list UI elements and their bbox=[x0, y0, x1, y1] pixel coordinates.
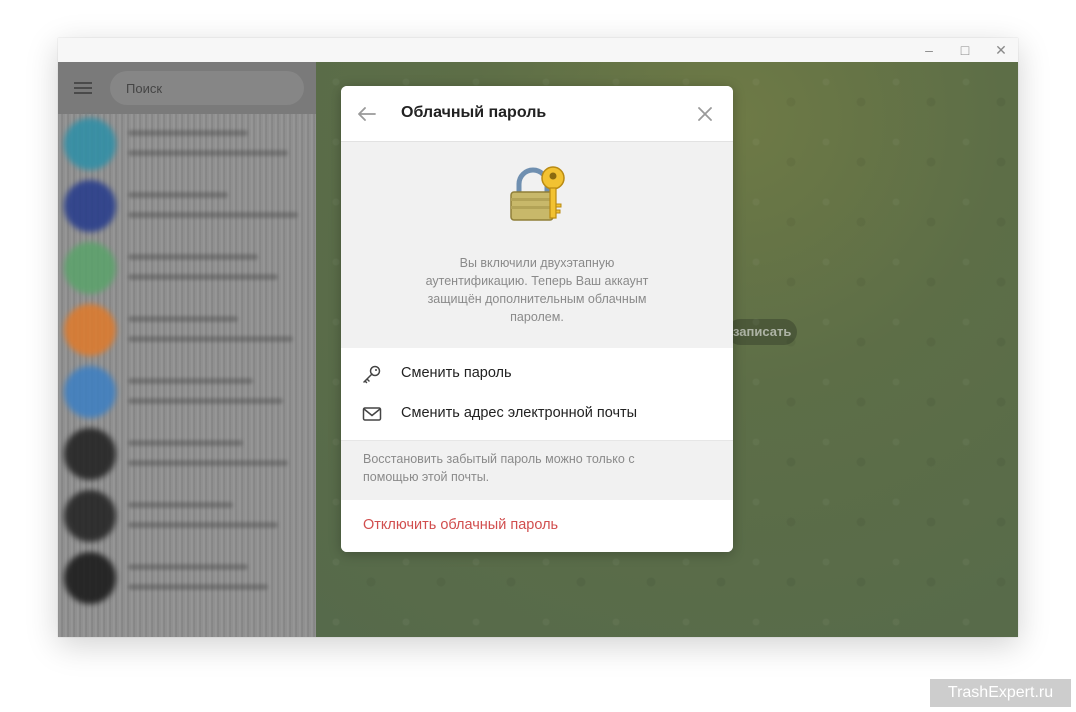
chat-list-item[interactable] bbox=[58, 176, 316, 238]
avatar bbox=[64, 180, 116, 232]
avatar bbox=[64, 304, 116, 356]
chat-list-item[interactable] bbox=[58, 300, 316, 362]
hint-section: Восстановить забытый пароль можно только… bbox=[341, 440, 733, 500]
minimize-button[interactable]: – bbox=[912, 38, 946, 62]
disable-password-section: Отключить облачный пароль bbox=[341, 500, 733, 552]
change-password-label: Сменить пароль bbox=[401, 365, 512, 381]
change-email-button[interactable]: Сменить адрес электронной почты bbox=[341, 394, 733, 434]
chat-list-item[interactable] bbox=[58, 486, 316, 548]
chat-list-item[interactable] bbox=[58, 362, 316, 424]
dialog-title: Облачный пароль bbox=[401, 104, 547, 121]
actions-list: Сменить пароль Сменить адрес электронной… bbox=[341, 348, 733, 440]
disable-password-button[interactable]: Отключить облачный пароль bbox=[363, 517, 558, 533]
watermark: TrashExpert.ru bbox=[930, 679, 1071, 707]
chat-list bbox=[58, 114, 316, 637]
sidebar bbox=[58, 62, 316, 637]
avatar bbox=[64, 428, 116, 480]
hint-text: Восстановить забытый пароль можно только… bbox=[363, 452, 635, 484]
info-text: Вы включили двухэтапную аутентификацию. … bbox=[425, 256, 649, 324]
chat-list-item[interactable] bbox=[58, 424, 316, 486]
close-icon bbox=[698, 107, 712, 121]
search-input[interactable] bbox=[110, 71, 304, 105]
close-window-button[interactable]: ✕ bbox=[984, 38, 1018, 62]
avatar bbox=[64, 242, 116, 294]
change-password-button[interactable]: Сменить пароль bbox=[341, 354, 733, 394]
menu-icon[interactable] bbox=[72, 79, 94, 97]
change-email-label: Сменить адрес электронной почты bbox=[401, 405, 638, 421]
mail-icon bbox=[362, 407, 382, 421]
arrow-left-icon bbox=[358, 107, 376, 121]
chat-list-item[interactable] bbox=[58, 114, 316, 176]
service-message-pill: записать bbox=[727, 319, 797, 345]
avatar bbox=[64, 366, 116, 418]
back-button[interactable] bbox=[353, 100, 381, 128]
chat-list-item[interactable] bbox=[58, 548, 316, 610]
title-bar: – □ ✕ bbox=[58, 38, 1018, 62]
info-section: Вы включили двухэтапную аутентификацию. … bbox=[341, 142, 733, 348]
sidebar-header bbox=[58, 62, 316, 114]
avatar bbox=[64, 490, 116, 542]
chat-list-item[interactable] bbox=[58, 238, 316, 300]
avatar bbox=[64, 552, 116, 604]
maximize-button[interactable]: □ bbox=[948, 38, 982, 62]
close-dialog-button[interactable] bbox=[691, 100, 719, 128]
key-icon bbox=[363, 365, 381, 384]
cloud-password-dialog: Облачный пароль Вы включили двухэтапную … bbox=[341, 86, 733, 552]
avatar bbox=[64, 118, 116, 170]
padlock-key-icon bbox=[510, 166, 565, 221]
dialog-header: Облачный пароль bbox=[341, 86, 733, 142]
